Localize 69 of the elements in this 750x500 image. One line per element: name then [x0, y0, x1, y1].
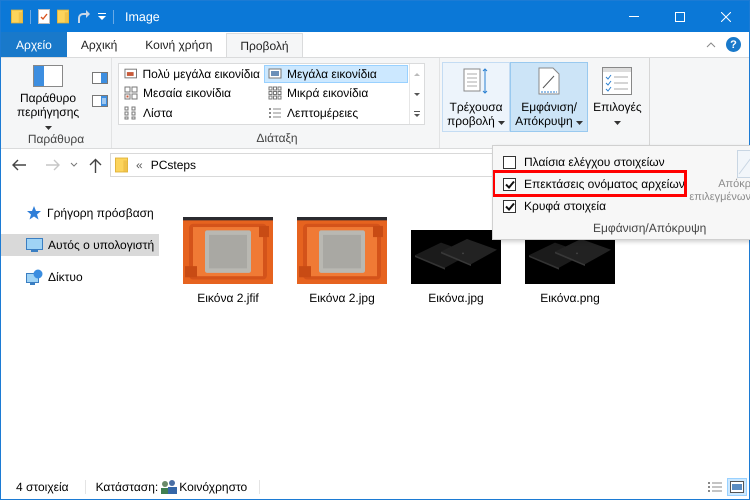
state-label: Κατάσταση:: [96, 480, 158, 494]
group-label: Διάταξη: [255, 131, 299, 147]
minimize-icon: [629, 16, 639, 17]
group-label: Εμφάνιση/Απόκρυψη: [593, 221, 706, 235]
small-view-icon: [268, 86, 282, 100]
list-view-icon: [124, 106, 138, 120]
checklist-icon[interactable]: [38, 9, 50, 24]
maximize-icon: [675, 12, 685, 22]
recent-locations-icon[interactable]: [70, 162, 78, 168]
options-icon: [602, 66, 632, 94]
item-count: 4 στοιχεία: [16, 480, 69, 494]
network-icon: [26, 269, 43, 285]
large-icons-view-button[interactable]: [727, 478, 747, 496]
window-title: Image: [125, 10, 160, 24]
up-icon[interactable]: [89, 158, 102, 172]
layout-option[interactable]: Μεσαία εικονίδια: [120, 84, 264, 102]
checkbox[interactable]: [503, 156, 516, 168]
checkbox-option[interactable]: Κρυφά στοιχεία: [493, 195, 606, 217]
nav-item[interactable]: Αυτός ο υπολογιστή: [1, 234, 159, 256]
dropdown-icon[interactable]: [98, 13, 106, 20]
checkbox-option[interactable]: Πλαίσια ελέγχου στοιχείων: [493, 151, 665, 173]
caret-icon: [576, 121, 584, 125]
current-view-button[interactable]: Τρέχουσα προβολή: [442, 62, 510, 132]
checkbox-option[interactable]: Επεκτάσεις ονόματος αρχείων: [493, 173, 685, 195]
folder-icon[interactable]: [11, 9, 23, 24]
column-sizing-icon: [462, 66, 490, 96]
layout-option[interactable]: Μικρά εικονίδια: [264, 84, 408, 102]
layout-option[interactable]: Μεγάλα εικονίδια: [264, 65, 408, 83]
file-item[interactable]: Εικόνα 2.jfif: [183, 217, 273, 305]
caret-icon: [498, 121, 506, 125]
medium-view-icon: [124, 86, 138, 100]
redo-icon[interactable]: [76, 10, 91, 24]
options-button[interactable]: Επιλογές: [588, 62, 647, 132]
details-view-icon: [268, 106, 282, 120]
file-item[interactable]: Εικόνα.jpg: [411, 230, 501, 305]
collapse-ribbon-icon[interactable]: [706, 42, 716, 48]
ribbon-tab[interactable]: Αρχείο: [1, 32, 67, 57]
star-icon: [26, 205, 42, 221]
large-view-icon: [268, 67, 282, 81]
nav-item[interactable]: Δίκτυο: [1, 266, 159, 288]
checkbox[interactable]: [503, 178, 516, 190]
ribbon-tab[interactable]: Κοινή χρήση: [131, 32, 226, 57]
folder-icon[interactable]: [57, 9, 69, 24]
nav-item[interactable]: Γρήγορη πρόσβαση: [1, 202, 159, 224]
overflow-chevron[interactable]: «: [136, 158, 143, 172]
checkbox[interactable]: [503, 200, 516, 212]
ribbon-tab[interactable]: Προβολή: [226, 33, 303, 58]
back-icon[interactable]: [11, 158, 27, 172]
state-value: Κοινόχρηστο: [179, 480, 248, 494]
monitor-icon: [26, 238, 43, 252]
preview-pane-icon[interactable]: [92, 72, 108, 84]
close-icon: [721, 12, 731, 22]
caret-icon: [44, 126, 52, 130]
details-pane-icon[interactable]: [92, 95, 108, 107]
users-icon: [160, 479, 178, 494]
file-item[interactable]: Εικόνα 2.jpg: [297, 217, 387, 305]
layout-option[interactable]: Λίστα: [120, 104, 264, 122]
page-icon: [536, 66, 562, 96]
navigation-pane-button[interactable]: Παράθυρο περιήγησης: [4, 62, 88, 132]
extra-large-view-icon: [124, 67, 138, 81]
help-button[interactable]: ?: [726, 37, 741, 52]
group-label: Παράθυρα: [26, 132, 86, 148]
layout-option[interactable]: Λεπτομέρειες: [264, 104, 408, 122]
layout-option[interactable]: Πολύ μεγάλα εικονίδια: [120, 65, 264, 83]
path-segment[interactable]: PCsteps: [150, 158, 196, 172]
ribbon-tab[interactable]: Αρχική: [66, 32, 132, 57]
caret-icon: [614, 121, 621, 125]
navigation-pane-icon: [33, 65, 63, 87]
show-hide-button[interactable]: Εμφάνιση/ Απόκρυψη: [510, 62, 588, 132]
